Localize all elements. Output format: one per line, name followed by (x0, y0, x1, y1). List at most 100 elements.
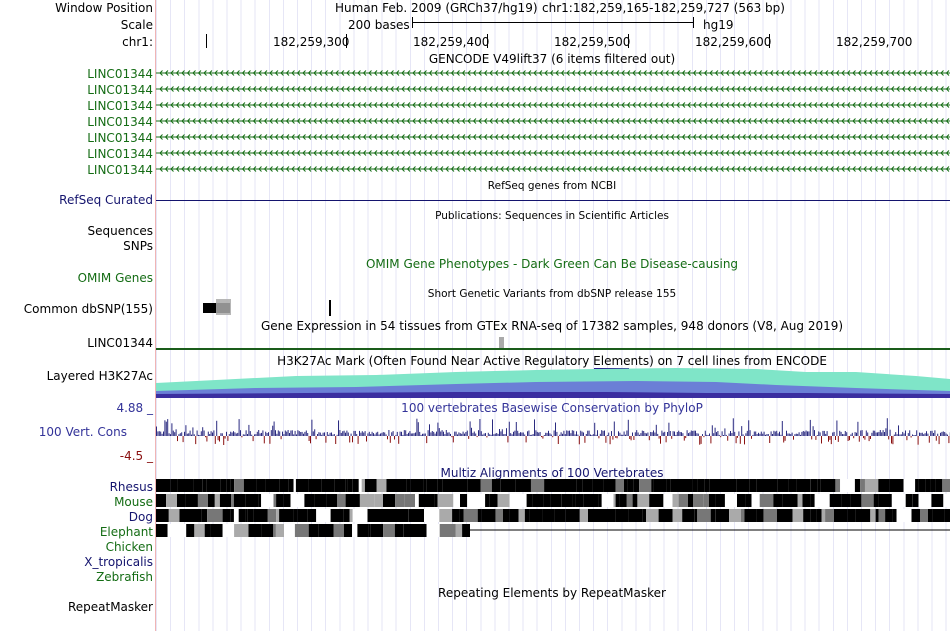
multiz-species-label[interactable]: X_tropicalis (84, 555, 153, 569)
conservation-bar (710, 436, 712, 444)
conservation-bar (535, 430, 537, 436)
conservation-bar (508, 421, 510, 436)
gtex-expression-tick[interactable] (499, 337, 504, 348)
conservation-bar (472, 432, 474, 436)
publications-track-title[interactable]: Publications: Sequences in Scientific Ar… (435, 210, 669, 222)
conservation-bar (875, 432, 877, 436)
gencode-row-label[interactable]: LINC01344 (87, 115, 153, 129)
multiz-track-title[interactable]: Multiz Alignments of 100 Vertebrates (440, 466, 663, 480)
repeatmasker-track-label[interactable]: RepeatMasker (68, 600, 153, 614)
conservation-bar (234, 432, 236, 436)
gencode-row-label[interactable]: LINC01344 (87, 163, 153, 177)
multiz-species-label[interactable]: Rhesus (110, 480, 153, 494)
alignment-block (875, 509, 879, 522)
alignment-block (167, 524, 177, 537)
h3k27ac-track-label[interactable]: Layered H3K27Ac (47, 369, 153, 383)
alignment-block (674, 479, 682, 492)
gencode-row-label[interactable]: LINC01344 (87, 83, 153, 97)
conservation-signal[interactable] (156, 414, 950, 456)
conservation-bar (714, 427, 716, 436)
conservation-bar (395, 434, 397, 436)
alignment-block (243, 479, 257, 492)
multiz-species-label[interactable]: Zebrafish (96, 570, 153, 584)
gencode-transcripts[interactable] (156, 64, 950, 176)
publications-snps-label[interactable]: SNPs (123, 239, 153, 253)
gencode-row-label[interactable]: LINC01344 (87, 99, 153, 113)
alignment-block (855, 509, 868, 522)
conservation-min-label: -4.5 _ (119, 449, 153, 463)
alignment-block (168, 509, 180, 522)
coordinates-text[interactable]: chr1:182,259,165-182,259,727 (563 bp) (542, 1, 785, 15)
refseq-track-title[interactable]: RefSeq genes from NCBI (488, 180, 616, 192)
gencode-row-label[interactable]: LINC01344 (87, 131, 153, 145)
omim-track-title[interactable]: OMIM Gene Phenotypes - Dark Green Can Be… (366, 257, 738, 271)
conservation-bar (202, 427, 204, 436)
conservation-bar (786, 430, 787, 436)
gencode-row-label[interactable]: LINC01344 (87, 147, 153, 161)
alignment-block (526, 494, 533, 507)
conservation-bar (854, 432, 856, 436)
multiz-species-label[interactable]: Mouse (114, 495, 153, 509)
repeatmasker-track-title[interactable]: Repeating Elements by RepeatMasker (438, 586, 666, 600)
multiz-species-label[interactable]: Dog (129, 510, 153, 524)
conservation-bar (797, 433, 799, 436)
conservation-bar (370, 434, 372, 436)
gtex-gene-label[interactable]: LINC01344 (87, 336, 153, 350)
gtex-gene-bar[interactable] (156, 348, 950, 350)
conservation-bar (268, 432, 269, 436)
chromosome-label: chr1: (122, 35, 153, 49)
omim-track-label[interactable]: OMIM Genes (78, 271, 153, 285)
conservation-bar (471, 427, 472, 436)
alignment-block (326, 494, 337, 507)
alignment-block (556, 479, 571, 492)
snp-item[interactable] (329, 300, 331, 316)
conservation-track-label[interactable]: 100 Vert. Cons (39, 425, 127, 439)
refseq-gene-line[interactable] (156, 200, 950, 201)
conservation-bar (609, 436, 611, 445)
h3k27ac-track-title[interactable]: H3K27Ac Mark (Often Found Near Active Re… (277, 354, 827, 368)
conservation-bar (633, 436, 635, 440)
publications-sequences-label[interactable]: Sequences (88, 224, 153, 238)
conservation-bar (282, 431, 283, 436)
conservation-bar (389, 436, 391, 443)
multiz-alignment-blocks[interactable] (156, 479, 950, 541)
conservation-bar (461, 433, 463, 436)
alignment-block (187, 509, 202, 522)
conservation-bar (452, 436, 454, 443)
conservation-bar (608, 432, 610, 436)
alignment-block (333, 524, 344, 537)
conservation-bar (324, 432, 325, 436)
conservation-bar (226, 431, 227, 436)
conservation-bar (807, 431, 808, 436)
alignment-block (878, 509, 885, 522)
conservation-bar (499, 429, 500, 436)
alignment-block (918, 494, 932, 507)
conservation-bar (564, 434, 566, 436)
multiz-species-label[interactable]: Elephant (100, 525, 153, 539)
dbsnp-track-label[interactable]: Common dbSNP(155) (24, 302, 153, 316)
snp-item[interactable] (216, 299, 231, 315)
refseq-track-label[interactable]: RefSeq Curated (59, 193, 153, 207)
alignment-block (485, 494, 490, 507)
conservation-bar (209, 434, 211, 436)
h3k27ac-signal[interactable] (156, 368, 950, 398)
conservation-track-title[interactable]: 100 vertebrates Basewise Conservation by… (401, 401, 703, 415)
alignment-block (724, 494, 737, 507)
alignment-block (256, 479, 266, 492)
conservation-bar (506, 428, 507, 436)
conservation-bar (801, 431, 803, 436)
alignment-block (854, 479, 861, 492)
conservation-bar (514, 430, 516, 436)
conservation-bar (381, 432, 383, 436)
gencode-row-label[interactable]: LINC01344 (87, 67, 153, 81)
alignment-block (632, 494, 638, 507)
alignment-block (316, 509, 331, 522)
alignment-block (938, 494, 944, 507)
conservation-bar (501, 429, 503, 436)
multiz-species-label[interactable]: Chicken (106, 540, 153, 554)
conservation-bar (545, 432, 547, 436)
gtex-track-title[interactable]: Gene Expression in 54 tissues from GTEx … (261, 319, 843, 333)
dbsnp-track-title[interactable]: Short Genetic Variants from dbSNP releas… (428, 288, 676, 300)
alignment-block (455, 524, 463, 537)
alignment-block (575, 494, 584, 507)
